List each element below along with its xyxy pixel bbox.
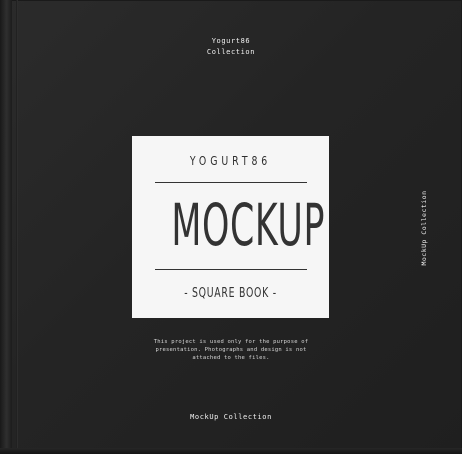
top-label: Yogurt86 Collection	[0, 36, 462, 58]
spine-groove	[16, 0, 18, 454]
bottom-label: MockUp Collection	[190, 413, 272, 421]
card-brand: YOGURT86	[189, 154, 272, 168]
description-line1: This project is used only for the purpos…	[153, 339, 309, 345]
spine-edge	[0, 0, 12, 454]
top-label-line1: Yogurt86	[211, 37, 251, 45]
card-rule-bottom	[155, 269, 307, 270]
description-line3: attached to the files.	[192, 355, 270, 361]
book-cover: Yogurt86 Collection YOGURT86 MOCKUP - SQ…	[0, 0, 462, 454]
bottom-edge	[0, 448, 462, 454]
title-card: YOGURT86 MOCKUP - SQUARE BOOK -	[132, 136, 329, 318]
card-rule-top	[155, 182, 307, 183]
top-label-line2: Collection	[206, 48, 256, 56]
side-label: MockUp Collection	[420, 190, 428, 266]
description-line2: presentation. Photographs and design is …	[155, 347, 307, 353]
card-title: MOCKUP	[171, 191, 326, 259]
description: This project is used only for the purpos…	[141, 338, 321, 362]
card-subtitle: - SQUARE BOOK -	[184, 286, 277, 301]
